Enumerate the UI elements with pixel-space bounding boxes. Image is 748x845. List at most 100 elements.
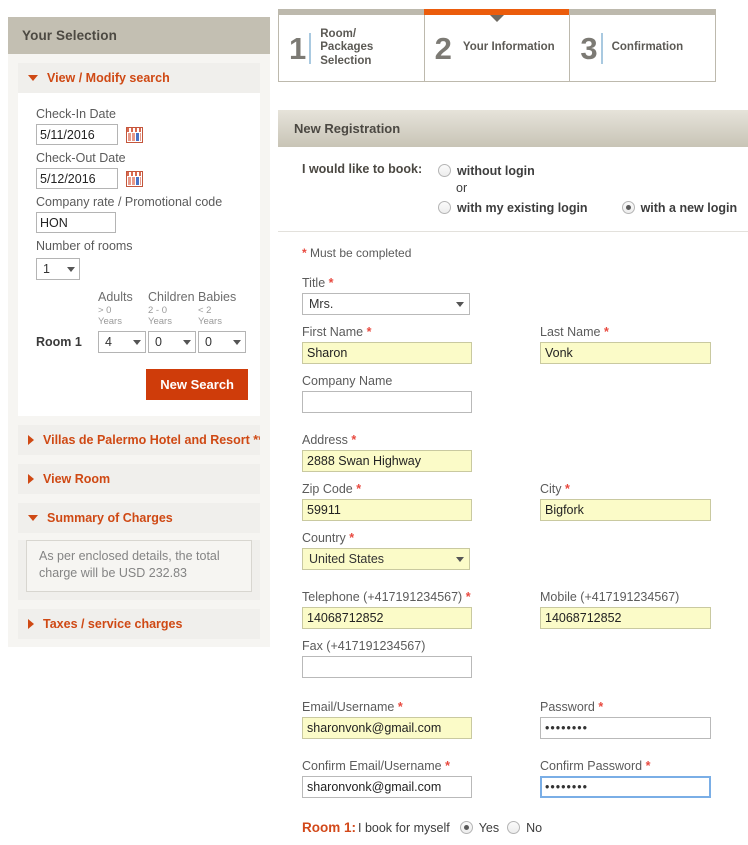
option-without-login[interactable]: without login — [438, 161, 737, 180]
step-indicator: 1 Room/ Packages Selection 2 Your Inform… — [278, 9, 717, 82]
triangle-down-icon — [28, 515, 38, 521]
radio-new-login[interactable] — [621, 201, 635, 214]
booking-login-options-row: I would like to book: without login or w… — [278, 147, 748, 232]
promo-code-label: Company rate / Promotional code — [36, 195, 223, 209]
required-asterisk-icon: * — [328, 276, 334, 290]
fax-input[interactable] — [302, 656, 472, 678]
registration-form: * Must be completed Title * Mrs. First N… — [278, 232, 748, 835]
title-select[interactable]: Mrs. — [302, 293, 470, 315]
step-tab-room-packages-selection[interactable]: 1 Room/ Packages Selection — [278, 9, 425, 82]
step-number: 1 — [289, 32, 312, 64]
address-label: Address * — [302, 433, 748, 447]
accordion-label-view-modify-search: View / Modify search — [47, 71, 170, 85]
last-name-label-text: Last Name — [540, 325, 601, 339]
row-first-last-name: First Name * Sharon Company Name Last Na… — [302, 325, 748, 423]
step-label-confirmation: Confirmation — [611, 41, 684, 54]
password-input[interactable]: •••••••• — [540, 717, 711, 739]
field-group-last-name: Last Name * Vonk — [540, 325, 740, 364]
checkout-date-input[interactable]: 5/12/2016 — [36, 168, 118, 189]
radio-existing-login[interactable] — [438, 201, 451, 214]
new-search-row: New Search — [36, 369, 248, 400]
total-charge-text: As per enclosed details, the total charg… — [26, 540, 252, 592]
adults-value: 4 — [105, 335, 112, 349]
new-registration-header: New Registration — [278, 110, 748, 147]
address-input[interactable]: 2888 Swan Highway — [302, 450, 472, 472]
confirm-email-input[interactable]: sharonvonk@gmail.com — [302, 776, 472, 798]
fax-label: Fax (+417191234567) — [302, 639, 426, 653]
children-value: 0 — [155, 335, 162, 349]
row-email-password: Email/Username * sharonvonk@gmail.com Pa… — [302, 700, 748, 749]
first-name-input[interactable]: Sharon — [302, 342, 472, 364]
chevron-down-icon — [456, 556, 464, 562]
title-value: Mrs. — [309, 297, 334, 311]
option-or-text: or — [456, 181, 468, 195]
adults-select[interactable]: 4 — [98, 331, 146, 353]
sidebar-section-view-room: View Room — [18, 464, 260, 494]
required-asterisk-icon: * — [356, 482, 362, 496]
radio-without-login[interactable] — [438, 164, 451, 177]
page-root: Your Selection View / Modify search Chec… — [0, 0, 748, 845]
occupancy-sub-babies: < 2 Years — [198, 305, 248, 331]
email-label: Email/Username * — [302, 700, 540, 714]
triangle-down-icon — [28, 75, 38, 81]
zip-code-input[interactable]: 59911 — [302, 499, 472, 521]
option-login-row: with my existing login with a new login — [438, 198, 737, 217]
company-name-input[interactable] — [302, 391, 472, 413]
radio-book-myself-no[interactable] — [507, 821, 521, 834]
confirm-password-input[interactable]: •••••••• — [540, 776, 711, 798]
step-tab-confirmation[interactable]: 3 Confirmation — [569, 9, 717, 82]
field-group-mobile: Mobile (+417191234567) 14068712852 — [540, 590, 740, 629]
children-select[interactable]: 0 — [148, 331, 196, 353]
telephone-label-text: Telephone (+417191234567) — [302, 590, 463, 604]
number-of-rooms-select[interactable]: 1 — [36, 258, 80, 280]
promo-code-row: HON — [36, 212, 248, 233]
calendar-icon[interactable] — [126, 126, 143, 143]
field-group-title: Title * Mrs. — [302, 276, 748, 315]
occupancy-header-row: Adults Children Babies — [36, 290, 248, 305]
book-for-myself-no[interactable]: No — [507, 821, 542, 835]
field-group-city: City * Bigfork — [540, 482, 740, 521]
country-value: United States — [309, 552, 385, 566]
triangle-right-icon — [28, 435, 34, 445]
calendar-icon[interactable] — [126, 170, 143, 187]
last-name-label: Last Name * — [540, 325, 740, 339]
checkin-date-input[interactable]: 5/11/2016 — [36, 124, 118, 145]
telephone-input[interactable]: 14068712852 — [302, 607, 472, 629]
accordion-header-summary-of-charges[interactable]: Summary of Charges — [18, 503, 260, 533]
number-of-rooms-label: Number of rooms — [36, 239, 133, 253]
mobile-label: Mobile (+417191234567) — [540, 590, 680, 604]
field-group-zip-code: Zip Code * 59911 — [302, 482, 540, 521]
accordion-header-hotel[interactable]: Villas de Palermo Hotel and Resort ***** — [18, 425, 260, 455]
radio-book-myself-yes[interactable] — [459, 821, 473, 834]
triangle-right-icon — [28, 474, 34, 484]
option-label-without-login: without login — [457, 163, 535, 178]
step-label-line2: Packages Selection — [320, 41, 374, 67]
field-group-first-name: First Name * Sharon — [302, 325, 540, 364]
accordion-label-summary-of-charges: Summary of Charges — [47, 511, 173, 525]
accordion-header-view-modify-search[interactable]: View / Modify search — [18, 63, 260, 93]
occupancy-header-adults: Adults — [98, 290, 133, 304]
accordion-header-view-room[interactable]: View Room — [18, 464, 260, 494]
booking-login-label: I would like to book: — [302, 162, 423, 176]
promo-code-input[interactable]: HON — [36, 212, 116, 233]
accordion-header-taxes[interactable]: Taxes / service charges — [18, 609, 260, 639]
sidebar-title: Your Selection — [8, 17, 270, 54]
must-be-completed-text: Must be completed — [310, 246, 412, 260]
step-label-line1: Room/ — [320, 27, 357, 40]
step-tab-your-information[interactable]: 2 Your Information — [423, 9, 571, 82]
new-search-button[interactable]: New Search — [146, 369, 248, 400]
mobile-input[interactable]: 14068712852 — [540, 607, 711, 629]
your-selection-sidebar: Your Selection View / Modify search Chec… — [8, 17, 270, 647]
email-label-text: Email/Username — [302, 700, 395, 714]
city-input[interactable]: Bigfork — [540, 499, 711, 521]
sidebar-section-hotel: Villas de Palermo Hotel and Resort ***** — [18, 425, 260, 455]
step-top-bar — [278, 9, 425, 15]
email-input[interactable]: sharonvonk@gmail.com — [302, 717, 472, 739]
book-myself-no-label: No — [526, 820, 543, 835]
book-for-myself-yes[interactable]: Yes — [459, 821, 499, 835]
occupancy-sub-babies-l2: Years — [198, 316, 222, 327]
country-label: Country * — [302, 531, 540, 545]
last-name-input[interactable]: Vonk — [540, 342, 711, 364]
country-select[interactable]: United States — [302, 548, 470, 570]
babies-select[interactable]: 0 — [198, 331, 246, 353]
